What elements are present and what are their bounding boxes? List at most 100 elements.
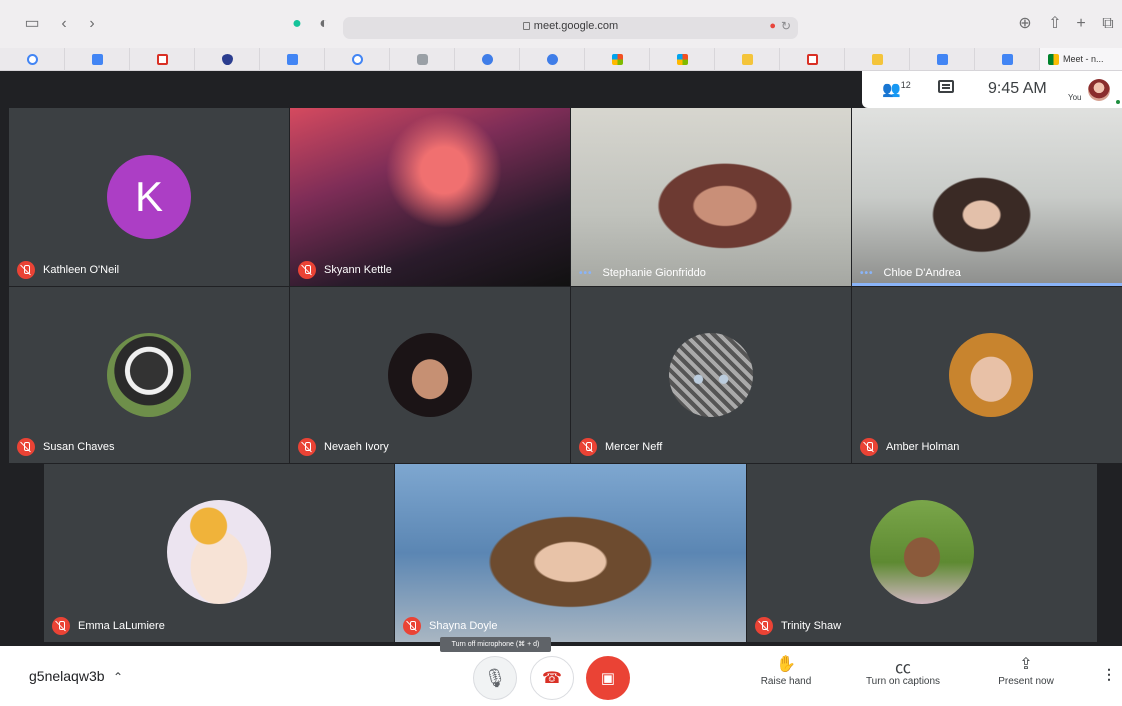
tab-blue[interactable] <box>455 48 520 71</box>
avatar <box>388 333 472 417</box>
participant-name: Mercer Neff <box>605 441 663 453</box>
tab-meet[interactable]: Meet - n... <box>1040 48 1122 70</box>
forward-icon[interactable]: › <box>82 14 102 34</box>
mic-off-icon <box>860 438 878 456</box>
present-icon: ⇪ <box>1019 656 1033 673</box>
blue-circle-icon <box>546 54 558 65</box>
microphone-button[interactable]: 🎙 <box>473 656 517 700</box>
more-options-icon[interactable]: ⋮ <box>1102 666 1116 683</box>
tab-google[interactable] <box>0 48 65 71</box>
reload-icon[interactable]: ↻ <box>781 19 791 33</box>
microsoft-icon <box>676 54 688 65</box>
participant-tile[interactable]: K Kathleen O'Neil <box>9 108 289 286</box>
grammarly-icon[interactable]: ● <box>287 14 307 34</box>
tab-docs[interactable] <box>975 48 1040 71</box>
people-count: 12 <box>900 80 911 90</box>
mic-off-icon <box>52 617 70 635</box>
tab-shield[interactable] <box>195 48 260 71</box>
tab-google[interactable] <box>325 48 390 71</box>
microsoft-icon <box>611 54 623 65</box>
tab-gmail[interactable] <box>130 48 195 71</box>
captions-label: Turn on captions <box>865 676 941 687</box>
blue-circle-icon <box>481 54 493 65</box>
mic-off-icon <box>17 261 35 279</box>
tab-microsoft[interactable] <box>585 48 650 71</box>
speaking-dots-icon: ••• <box>860 267 874 279</box>
docs-icon <box>1001 54 1013 65</box>
sidebar-icon[interactable]: ▭ <box>22 14 42 34</box>
participant-name: Trinity Shaw <box>781 620 842 632</box>
gmail-icon <box>156 54 168 65</box>
new-tab-icon[interactable]: + <box>1071 14 1091 34</box>
tab-docs[interactable] <box>910 48 975 71</box>
leave-call-button[interactable]: ☎ <box>530 656 574 700</box>
microphone-icon: 🎙 <box>483 667 507 688</box>
participant-video-tile[interactable]: ••• Chloe D'Andrea <box>852 108 1122 286</box>
participant-name-row: Nevaeh Ivory <box>298 438 389 456</box>
participant-name: Chloe D'Andrea <box>883 267 961 279</box>
self-avatar[interactable] <box>1088 79 1110 101</box>
tab-docs[interactable] <box>65 48 130 71</box>
url-text: meet.google.com <box>533 20 619 32</box>
classroom-icon <box>871 54 883 65</box>
back-icon[interactable]: ‹ <box>54 14 74 34</box>
chat-icon[interactable] <box>938 80 954 93</box>
participant-name-row: Skyann Kettle <box>298 261 392 279</box>
address-bar[interactable]: meet.google.com ● ↻ <box>343 17 798 39</box>
speaking-indicator-bar <box>852 283 1122 286</box>
avatar <box>669 333 753 417</box>
captions-button[interactable]: ㏄ Turn on captions <box>853 654 953 687</box>
tab-microsoft[interactable] <box>650 48 715 71</box>
privacy-icon[interactable]: ◐ <box>314 14 334 34</box>
mic-off-icon <box>17 438 35 456</box>
share-icon[interactable]: ⇧ <box>1045 14 1065 34</box>
participant-name: Shayna Doyle <box>429 620 498 632</box>
tab-bar: Meet - n... <box>0 48 1122 71</box>
tab-classroom[interactable] <box>845 48 910 71</box>
tab-docs[interactable] <box>260 48 325 71</box>
microphone-indicator-icon[interactable]: ● <box>769 20 776 32</box>
tab-gmail[interactable] <box>780 48 845 71</box>
docs-icon <box>286 54 298 65</box>
participant-video-tile[interactable]: Skyann Kettle <box>290 108 570 286</box>
google-icon <box>26 54 38 65</box>
shield-icon <box>221 54 233 65</box>
present-now-button[interactable]: ⇪ Present now <box>976 654 1076 687</box>
camera-off-icon: ▣ <box>600 670 616 687</box>
participant-video-tile[interactable]: Shayna Doyle <box>395 464 746 642</box>
participant-name: Stephanie Gionfriddo <box>602 267 706 279</box>
participant-name: Kathleen O'Neil <box>43 264 120 276</box>
people-icon: 👥 <box>882 81 901 98</box>
meet-window: ▭ ‹ › ● ◐ meet.google.com ● ↻ ⊕ ⇧ + ⧉ Me… <box>0 0 1122 706</box>
participant-tile[interactable]: Susan Chaves <box>9 287 289 463</box>
meet-info-panel: 👥12 9:45 AM You <box>862 71 1122 108</box>
participant-video-tile[interactable]: ••• Stephanie Gionfriddo <box>571 108 851 286</box>
participant-name: Skyann Kettle <box>324 264 392 276</box>
google-icon <box>351 54 363 65</box>
tabs-overview-icon[interactable]: ⧉ <box>1098 14 1118 34</box>
people-button[interactable]: 👥12 <box>882 80 911 98</box>
raise-hand-button[interactable]: ✋ Raise hand <box>736 654 836 687</box>
meeting-details-chevron-icon[interactable]: ⌃ <box>113 670 123 684</box>
gmail-icon <box>806 54 818 65</box>
participant-tile[interactable]: Trinity Shaw <box>747 464 1097 642</box>
captions-icon: ㏄ <box>894 660 911 677</box>
avatar <box>167 500 271 604</box>
classroom-icon <box>741 54 753 65</box>
participant-tile[interactable]: Emma LaLumiere <box>44 464 394 642</box>
tab-classroom[interactable] <box>715 48 780 71</box>
participant-name: Nevaeh Ivory <box>324 441 389 453</box>
download-icon[interactable]: ⊕ <box>1015 14 1035 34</box>
participant-name: Emma LaLumiere <box>78 620 165 632</box>
camera-off-button[interactable]: ▣ <box>586 656 630 700</box>
participant-tile[interactable]: Mercer Neff <box>571 287 851 463</box>
participant-name-row: Trinity Shaw <box>755 617 841 635</box>
avatar <box>949 333 1033 417</box>
participant-name-row: Kathleen O'Neil <box>17 261 119 279</box>
tab-classroom[interactable] <box>390 48 455 71</box>
tab-blue[interactable] <box>520 48 585 71</box>
participant-name-row: Susan Chaves <box>17 438 115 456</box>
participant-tile[interactable]: Amber Holman <box>852 287 1122 463</box>
participant-tile[interactable]: Nevaeh Ivory <box>290 287 570 463</box>
mic-off-icon <box>403 617 421 635</box>
